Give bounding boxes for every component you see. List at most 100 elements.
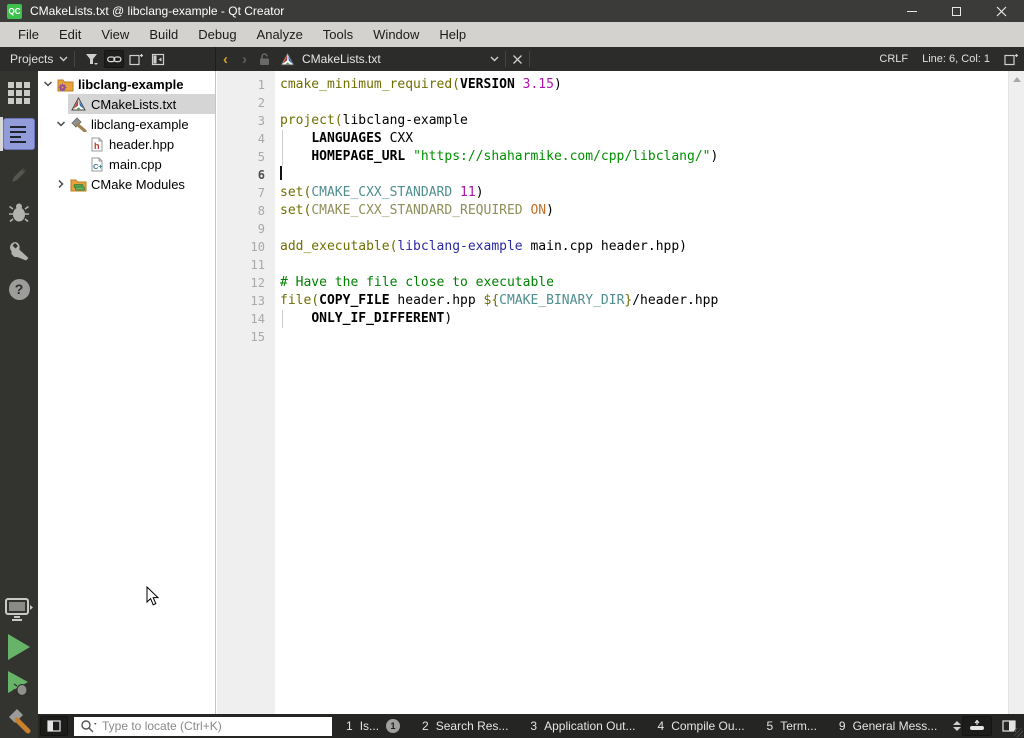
pane-number: 5 xyxy=(767,719,774,733)
toggle-left-sidebar-button[interactable] xyxy=(40,716,68,736)
output-pane-5[interactable]: 5Term... xyxy=(767,719,817,733)
tree-item-label: header.hpp xyxy=(109,137,174,152)
help-mode-button[interactable]: ? xyxy=(0,275,38,303)
menu-analyze[interactable]: Analyze xyxy=(247,22,313,47)
filter-button[interactable] xyxy=(82,50,102,68)
kit-selector-button[interactable] xyxy=(0,596,38,624)
line-number: 15 xyxy=(217,328,275,346)
tree-item-header-hpp[interactable]: h header.hpp xyxy=(38,134,215,154)
code-line-1[interactable]: cmake_minimum_required(VERSION 3.15) xyxy=(275,76,1008,94)
output-pane-3[interactable]: 3Application Out... xyxy=(530,719,635,733)
resize-grip[interactable] xyxy=(1014,728,1023,737)
menu-window[interactable]: Window xyxy=(363,22,429,47)
close-document-button[interactable] xyxy=(512,54,523,65)
tree-item-content[interactable]: libclang-example xyxy=(68,114,215,134)
line-number: 1 xyxy=(217,76,275,94)
chevron-slot xyxy=(72,137,86,151)
output-pane-arrows[interactable] xyxy=(953,721,961,731)
line-number: 7 xyxy=(217,184,275,202)
code-line-3[interactable]: project(libclang-example xyxy=(275,112,1008,130)
line-ending-indicator[interactable]: CRLF xyxy=(879,53,908,65)
pane-label: Is... xyxy=(360,719,379,733)
menu-file[interactable]: File xyxy=(8,22,49,47)
search-icon xyxy=(80,719,100,733)
output-pane-9[interactable]: 9General Mess... xyxy=(839,719,937,733)
navigate-forward-button[interactable]: › xyxy=(235,51,254,68)
sidebar-view-selector[interactable]: Projects xyxy=(10,52,68,66)
code-line-5[interactable]: HOMEPAGE_URL "https://shaharmike.com/cpp… xyxy=(275,148,1008,166)
output-pane-1[interactable]: 1Is...1 xyxy=(346,719,400,733)
edit-mode-button[interactable] xyxy=(0,117,38,151)
split-editor-button[interactable] xyxy=(1004,53,1018,66)
menu-edit[interactable]: Edit xyxy=(49,22,91,47)
minimize-button[interactable] xyxy=(889,0,934,22)
tree-item-content[interactable]: h header.hpp xyxy=(86,134,215,154)
debug-run-button[interactable] xyxy=(0,670,38,698)
pane-number: 2 xyxy=(422,719,429,733)
welcome-mode-icon xyxy=(8,82,30,104)
chevron-right-icon[interactable] xyxy=(54,177,68,191)
projects-mode-button[interactable] xyxy=(0,237,38,265)
document-dropdown-icon[interactable] xyxy=(490,56,499,62)
menu-help[interactable]: Help xyxy=(429,22,476,47)
menu-view[interactable]: View xyxy=(91,22,139,47)
code-line-14[interactable]: ONLY_IF_DIFFERENT) xyxy=(275,310,1008,328)
split-panel-button[interactable] xyxy=(126,50,146,68)
code-line-6[interactable] xyxy=(275,166,1008,184)
tree-item-cmake-modules[interactable]: CMake Modules xyxy=(38,174,215,194)
editor-tab-label[interactable]: CMakeLists.txt xyxy=(302,52,381,66)
tree-item-content[interactable]: libclang-example xyxy=(55,74,215,94)
menu-tools[interactable]: Tools xyxy=(313,22,363,47)
statusbar: 1Is...1 2Search Res... 3Application Out...… xyxy=(38,714,1024,738)
code-line-2[interactable] xyxy=(275,94,1008,112)
debug-mode-button[interactable] xyxy=(0,199,38,227)
navigate-back-button[interactable]: ‹ xyxy=(216,51,235,68)
tree-item-content[interactable]: CMake Modules xyxy=(68,174,215,194)
scroll-up-icon[interactable] xyxy=(1013,77,1021,82)
close-sidebar-button[interactable] xyxy=(148,50,168,68)
left-sidebar-icon xyxy=(47,720,61,732)
chevron-down-icon[interactable] xyxy=(41,77,55,91)
mouse-cursor xyxy=(146,586,160,607)
tree-item-label: libclang-example xyxy=(91,117,189,132)
line-number: 13 xyxy=(217,292,275,310)
tree-item-libclang-example[interactable]: libclang-example xyxy=(38,114,215,134)
code-line-7[interactable]: set(CMAKE_CXX_STANDARD 11) xyxy=(275,184,1008,202)
code-area[interactable]: cmake_minimum_required(VERSION 3.15) proj… xyxy=(275,76,1008,346)
tree-item-cmakelists-txt[interactable]: CMakeLists.txt xyxy=(38,94,215,114)
tree-item-libclang-example[interactable]: libclang-example xyxy=(38,74,215,94)
chevron-down-icon[interactable] xyxy=(54,117,68,131)
design-mode-button[interactable] xyxy=(0,161,38,189)
tree-item-content[interactable]: C+main.cpp xyxy=(86,154,215,174)
code-line-15[interactable] xyxy=(275,328,1008,346)
sidebar-header: Projects xyxy=(0,47,216,71)
welcome-mode-button[interactable] xyxy=(0,79,38,107)
maximize-output-pane-button[interactable] xyxy=(962,716,992,736)
code-line-12[interactable]: # Have the file close to executable xyxy=(275,274,1008,292)
run-button[interactable] xyxy=(0,633,38,661)
minimize-icon xyxy=(907,11,917,12)
output-pane-4[interactable]: 4Compile Ou... xyxy=(658,719,745,733)
code-line-4[interactable]: LANGUAGES CXX xyxy=(275,130,1008,148)
code-line-11[interactable] xyxy=(275,256,1008,274)
maximize-button[interactable] xyxy=(934,0,979,22)
close-button[interactable] xyxy=(979,0,1024,22)
svg-text:h: h xyxy=(94,141,100,151)
design-mode-icon xyxy=(9,165,29,185)
menu-debug[interactable]: Debug xyxy=(188,22,246,47)
tree-item-content[interactable]: CMakeLists.txt xyxy=(68,94,215,114)
locator-input[interactable] xyxy=(102,719,332,733)
code-line-13[interactable]: file(COPY_FILE header.hpp ${CMAKE_BINARY… xyxy=(275,292,1008,310)
code-line-8[interactable]: set(CMAKE_CXX_STANDARD_REQUIRED ON) xyxy=(275,202,1008,220)
output-pane-2[interactable]: 2Search Res... xyxy=(422,719,508,733)
build-button[interactable] xyxy=(0,707,38,735)
editor-scrollbar[interactable] xyxy=(1008,71,1024,714)
menu-build[interactable]: Build xyxy=(139,22,188,47)
code-line-10[interactable]: add_executable(libclang-example main.cpp… xyxy=(275,238,1008,256)
link-with-editor-button[interactable] xyxy=(104,50,124,68)
pane-number: 3 xyxy=(530,719,537,733)
code-editor[interactable]: 123456789101112131415 cmake_minimum_requ… xyxy=(217,71,1024,714)
tree-item-main-cpp[interactable]: C+main.cpp xyxy=(38,154,215,174)
locator[interactable] xyxy=(74,717,332,736)
code-line-9[interactable] xyxy=(275,220,1008,238)
